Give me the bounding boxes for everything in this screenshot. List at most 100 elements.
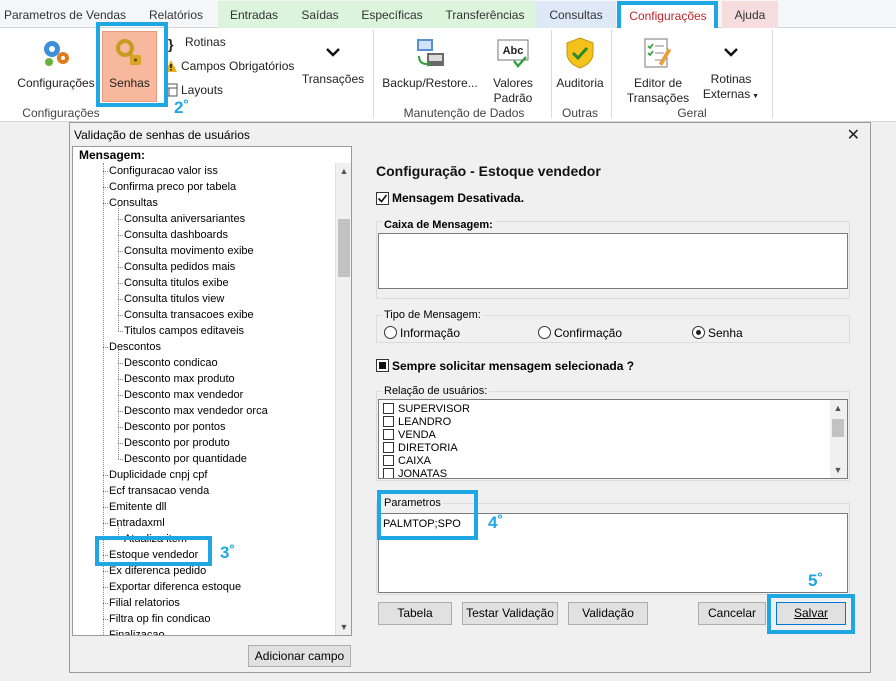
tree-item[interactable]: Desconto max vendedor orca bbox=[124, 403, 268, 419]
tabela-button[interactable]: Tabela bbox=[378, 602, 452, 625]
always-request-label: Sempre solicitar mensagem selecionada ? bbox=[392, 359, 635, 373]
tree-item[interactable]: Desconto max produto bbox=[124, 371, 235, 387]
scroll-down-icon[interactable]: ▼ bbox=[830, 462, 846, 478]
scroll-thumb[interactable] bbox=[338, 219, 350, 277]
dropdown-caret-icon: ▼ bbox=[750, 93, 760, 100]
tree-item[interactable]: Desconto por pontos bbox=[124, 419, 226, 435]
backup-icon bbox=[417, 39, 444, 67]
tab-saidas[interactable]: Saídas bbox=[290, 1, 350, 28]
tree-item[interactable]: Configuracao valor iss bbox=[109, 163, 218, 179]
rotinas-button[interactable]: } Rotinas bbox=[168, 34, 226, 51]
valores-padrao-button[interactable]: Abc Valores Padrão bbox=[486, 36, 540, 106]
tree-item[interactable]: Consulta movimento exibe bbox=[124, 243, 254, 259]
users-checklist[interactable]: SUPERVISOR LEANDRO VENDA DIRETORIA CAIXA JONA… bbox=[378, 399, 848, 479]
group-label-manutencao: Manutenção de Dados bbox=[403, 106, 525, 120]
tree-item[interactable]: Consulta titulos exibe bbox=[124, 275, 229, 291]
rotinas-externas-dropdown[interactable]: Rotinas Externas ▼ bbox=[696, 40, 766, 104]
layouts-button[interactable]: Layouts bbox=[164, 82, 223, 98]
checkbox-fill-icon bbox=[379, 362, 386, 369]
tree-item[interactable]: Confirma preco por tabela bbox=[109, 179, 236, 195]
scroll-up-icon[interactable]: ▲ bbox=[336, 163, 352, 179]
radio-senha[interactable] bbox=[692, 326, 705, 339]
validacao-button[interactable]: Validação bbox=[568, 602, 648, 625]
user-checkbox[interactable] bbox=[383, 468, 394, 478]
tree-item[interactable]: Ecf transacao venda bbox=[109, 483, 209, 499]
tree-item[interactable]: Consulta transacoes exibe bbox=[124, 307, 254, 323]
group-separator bbox=[772, 30, 773, 118]
configuracoes-button[interactable]: Configurações bbox=[14, 36, 98, 91]
tree-item[interactable]: Finalizacao bbox=[109, 627, 165, 635]
password-validation-dialog: Validação de senhas de usuários ✕ Mensag… bbox=[69, 122, 871, 673]
message-type-legend: Tipo de Mensagem: bbox=[382, 309, 483, 321]
tree-item[interactable]: Consulta titulos view bbox=[124, 291, 224, 307]
tree-item[interactable]: Consulta aniversariantes bbox=[124, 211, 245, 227]
tab-ajuda[interactable]: Ajuda bbox=[722, 1, 778, 28]
radio-confirmacao[interactable] bbox=[538, 326, 551, 339]
user-checkbox[interactable] bbox=[383, 455, 394, 466]
group-label-configuracoes: Configurações bbox=[22, 106, 100, 120]
user-item[interactable]: JONATAS bbox=[383, 468, 447, 478]
tree-item[interactable]: Desconto por quantidade bbox=[124, 451, 247, 467]
tree-item[interactable]: Exportar diferenca estoque bbox=[109, 579, 241, 595]
group-separator bbox=[373, 30, 374, 118]
user-name: CAIXA bbox=[398, 455, 432, 467]
backup-restore-button[interactable]: Backup/Restore... bbox=[382, 36, 478, 91]
tree-item[interactable]: Consulta dashboards bbox=[124, 227, 228, 243]
add-field-button[interactable]: Adicionar campo bbox=[248, 645, 351, 667]
tab-especificas[interactable]: Específicas bbox=[350, 1, 434, 28]
radio-informacao[interactable] bbox=[384, 326, 397, 339]
tree-item[interactable]: Duplicidade cnpj cpf bbox=[109, 467, 207, 483]
highlight-box-senhas bbox=[96, 22, 168, 107]
tree-scrollbar[interactable]: ▲ ▼ bbox=[335, 163, 351, 635]
user-item[interactable]: CAIXA bbox=[383, 455, 431, 468]
scroll-down-icon[interactable]: ▼ bbox=[336, 619, 352, 635]
user-name: DIRETORIA bbox=[398, 442, 458, 454]
testar-validacao-button[interactable]: Testar Validação bbox=[462, 602, 558, 625]
user-checkbox[interactable] bbox=[383, 429, 394, 440]
users-scrollbar[interactable]: ▲ ▼ bbox=[830, 400, 847, 478]
scroll-up-icon[interactable]: ▲ bbox=[830, 400, 846, 416]
tree-item[interactable]: Titulos campos editaveis bbox=[124, 323, 244, 339]
tab-consultas[interactable]: Consultas bbox=[536, 1, 616, 28]
user-checkbox[interactable] bbox=[383, 416, 394, 427]
auditoria-button[interactable]: Auditoria bbox=[552, 36, 608, 91]
tree-item[interactable]: Emitente dll bbox=[109, 499, 166, 515]
tree-connector bbox=[118, 331, 123, 332]
user-checkbox[interactable] bbox=[383, 442, 394, 453]
tab-entradas[interactable]: Entradas bbox=[218, 1, 290, 28]
editor-transacoes-button[interactable]: Editor de Transações bbox=[624, 36, 692, 106]
tree-item[interactable]: Filial relatorios bbox=[109, 595, 180, 611]
always-request-checkbox[interactable] bbox=[376, 359, 389, 372]
step-label-2: 2˚ bbox=[174, 98, 190, 117]
tree-item[interactable]: Filtra op fin condicao bbox=[109, 611, 211, 627]
rotinas-externas-label-1: Rotinas bbox=[710, 72, 752, 86]
message-disabled-checkbox[interactable] bbox=[376, 192, 389, 205]
campos-obrigatorios-button[interactable]: Campos Obrigatórios bbox=[164, 58, 294, 74]
message-box-legend: Caixa de Mensagem: bbox=[382, 219, 495, 231]
tree-item[interactable]: Descontos bbox=[109, 339, 161, 355]
tree-item[interactable]: Desconto condicao bbox=[124, 355, 218, 371]
tree-guide bbox=[118, 347, 119, 459]
user-item[interactable]: DIRETORIA bbox=[383, 442, 458, 455]
tree-item[interactable]: Desconto max vendedor bbox=[124, 387, 243, 403]
tree-connector bbox=[118, 459, 123, 460]
message-textarea[interactable] bbox=[378, 233, 848, 289]
user-checkbox[interactable] bbox=[383, 403, 394, 414]
auditoria-label: Auditoria bbox=[556, 76, 604, 90]
tab-transferencias[interactable]: Transferências bbox=[434, 1, 536, 28]
cancelar-button[interactable]: Cancelar bbox=[698, 602, 766, 625]
user-name: LEANDRO bbox=[398, 416, 452, 428]
tree-item[interactable]: Consulta pedidos mais bbox=[124, 259, 235, 275]
tree-item[interactable]: Consultas bbox=[109, 195, 158, 211]
user-item[interactable]: SUPERVISOR bbox=[383, 403, 470, 416]
group-label-outras: Outras bbox=[561, 106, 598, 120]
campos-obrigatorios-label: Campos Obrigatórios bbox=[181, 59, 295, 73]
close-icon[interactable]: ✕ bbox=[847, 125, 860, 145]
scroll-thumb[interactable] bbox=[832, 419, 844, 437]
transacoes-dropdown[interactable]: Transações bbox=[300, 40, 366, 87]
tree-item[interactable]: Desconto por produto bbox=[124, 435, 230, 451]
abc-icon: Abc bbox=[497, 39, 529, 68]
user-item[interactable]: VENDA bbox=[383, 429, 436, 442]
group-separator bbox=[611, 30, 612, 118]
user-item[interactable]: LEANDRO bbox=[383, 416, 451, 429]
